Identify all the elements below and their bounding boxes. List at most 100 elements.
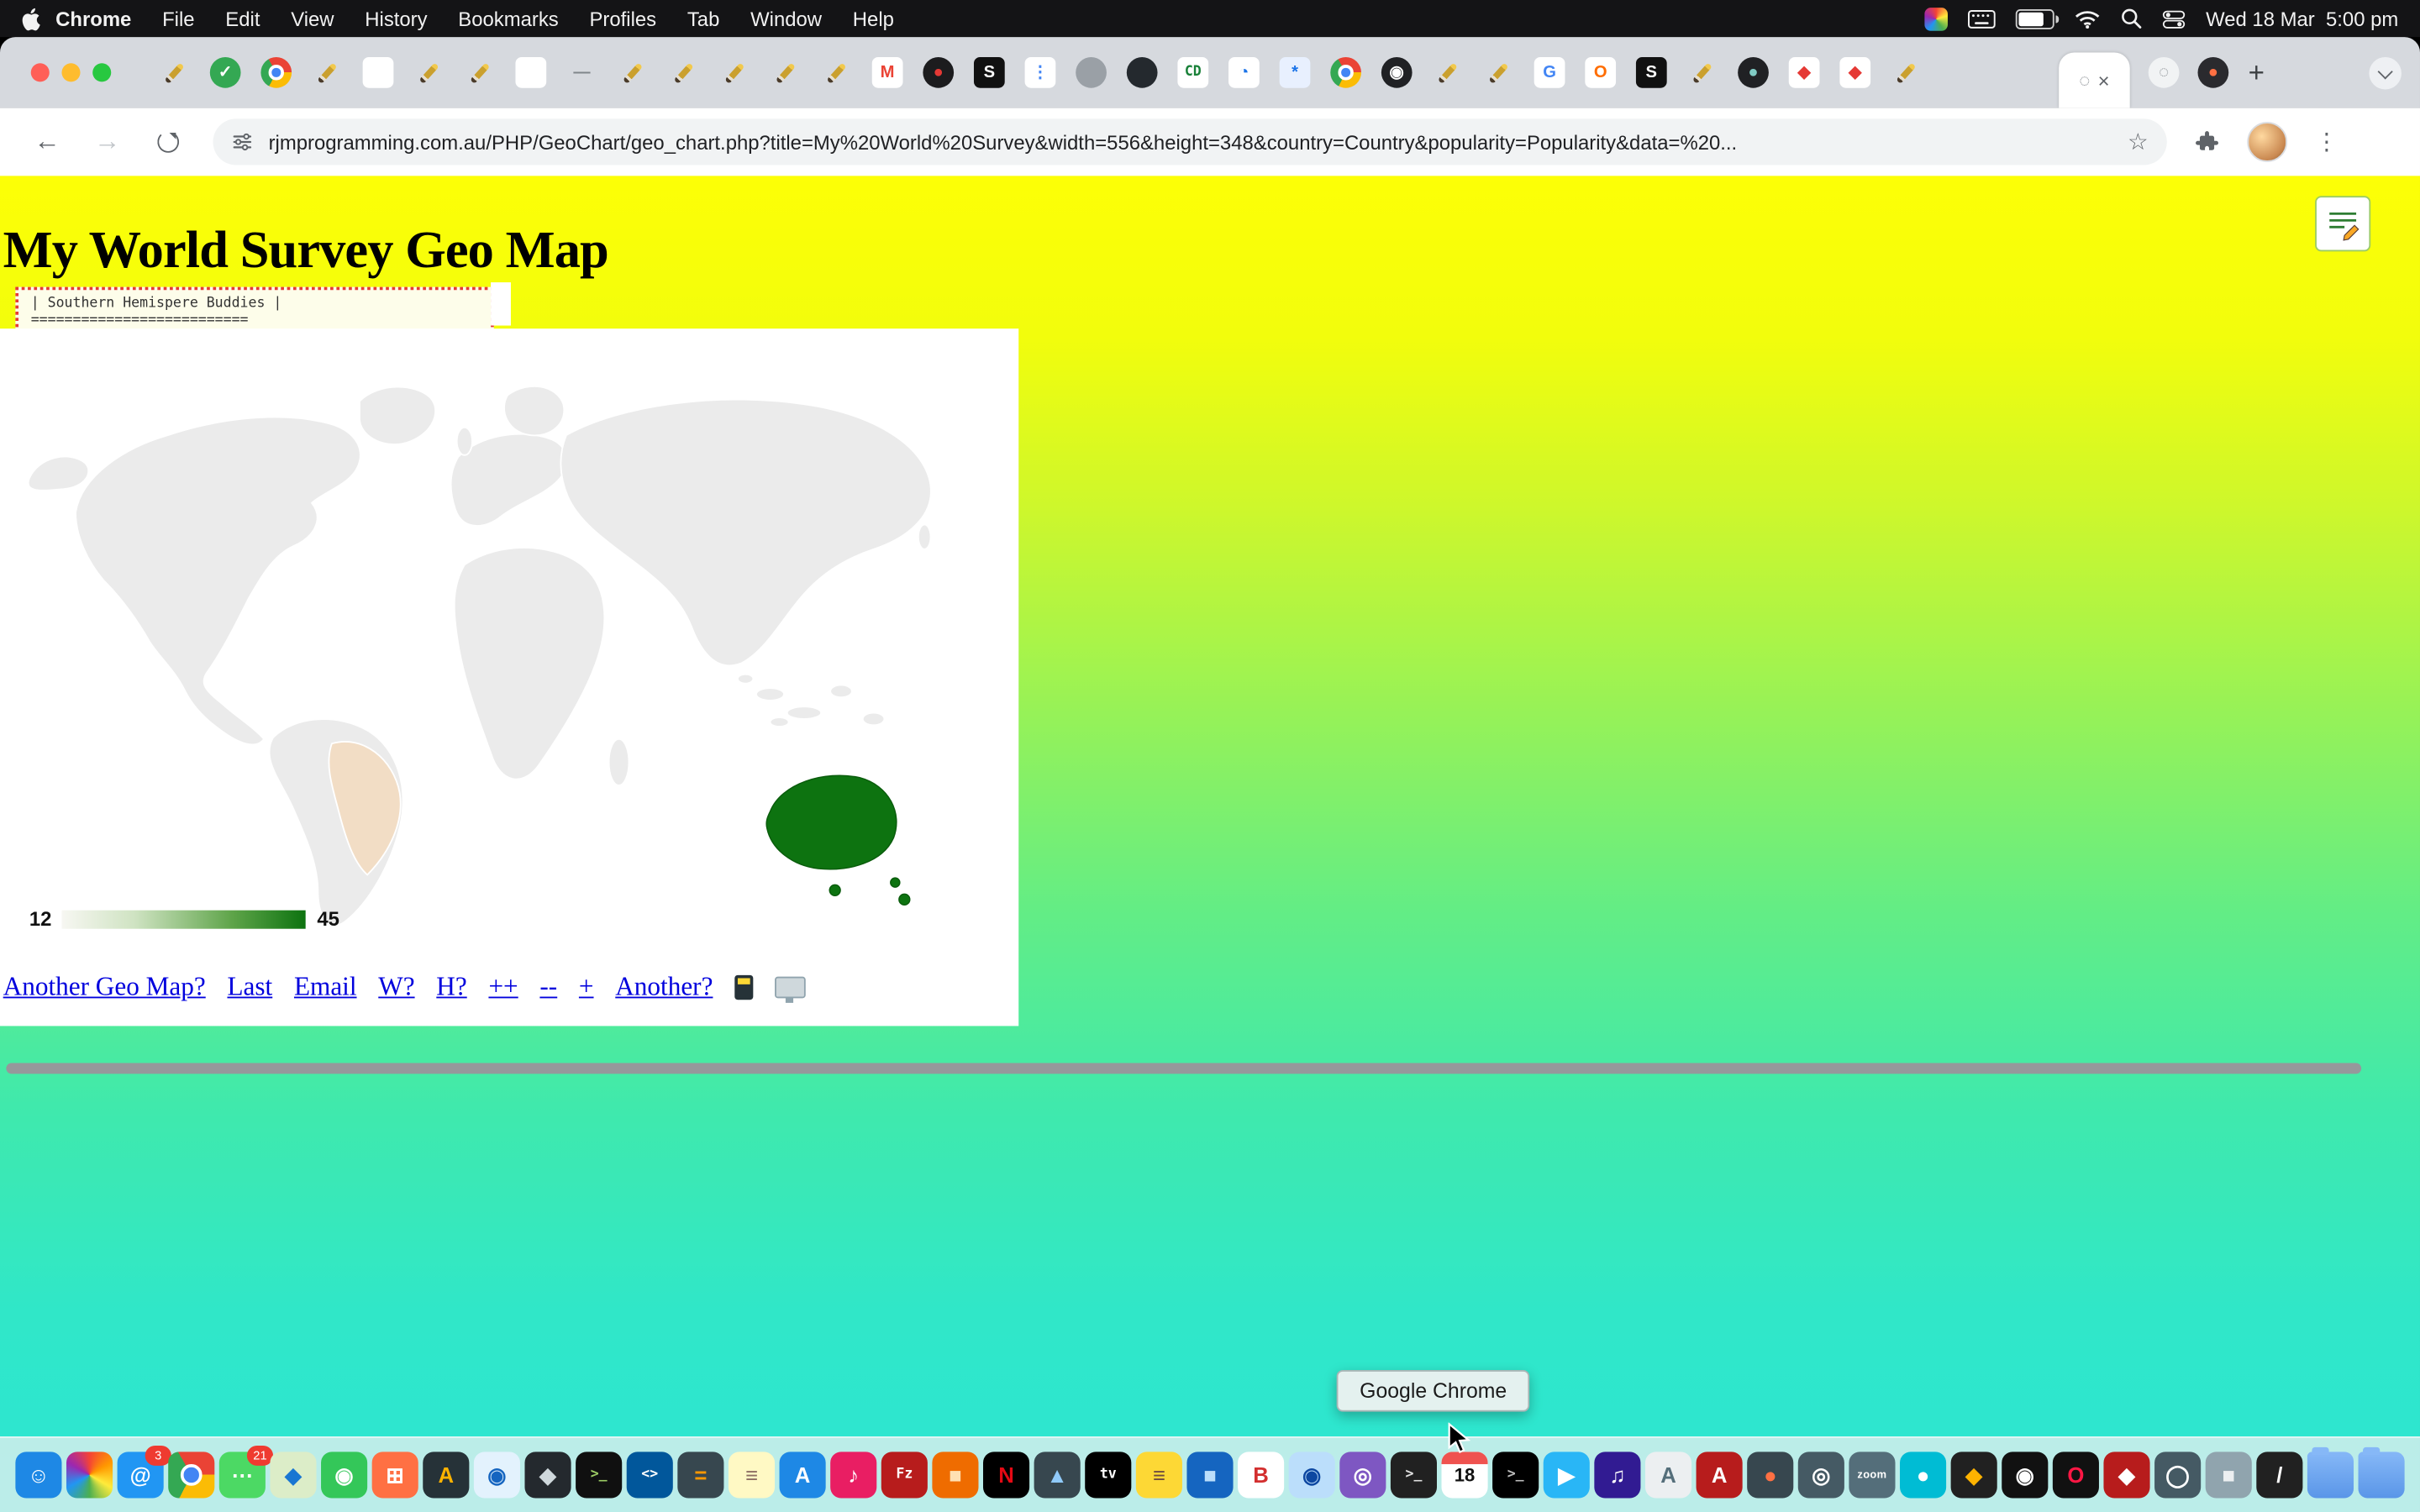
dock-icon-textedit[interactable]: A (1645, 1452, 1691, 1498)
pinned-tab-chrome[interactable] (260, 57, 292, 88)
url-text[interactable]: rjmprogramming.com.au/PHP/GeoChart/geo_c… (269, 130, 2116, 154)
wifi-icon[interactable] (2075, 8, 2101, 29)
menu-item-bookmarks[interactable]: Bookmarks (443, 7, 574, 30)
pinned-tab-dev[interactable]: ● (1738, 57, 1769, 88)
dock-icon-app-store[interactable]: A (780, 1452, 826, 1498)
keyboard-input-icon[interactable] (1968, 8, 1996, 29)
world-geo-map[interactable] (20, 364, 952, 947)
dock-icon-music[interactable]: ♪ (830, 1452, 876, 1498)
dock-icon-iterm[interactable]: >_ (1391, 1452, 1437, 1498)
dock-icon-pages[interactable]: A (423, 1452, 469, 1498)
dock-icon-chrome[interactable] (168, 1452, 214, 1498)
pinned-tab-pencil[interactable] (1483, 57, 1514, 88)
pinned-tab-pencil[interactable] (771, 57, 802, 88)
pinned-tab-pencil[interactable] (821, 57, 852, 88)
country-new-zealand[interactable] (899, 894, 910, 905)
menu-item-edit[interactable]: Edit (210, 7, 276, 30)
pinned-tab-pencil[interactable] (1891, 57, 1922, 88)
dock-icon-vscode[interactable]: <> (627, 1452, 673, 1498)
page-link-last[interactable]: Last (227, 972, 272, 1003)
active-app-name[interactable]: Chrome (40, 7, 147, 30)
dock-icon-podcasts[interactable]: ◎ (1339, 1452, 1386, 1498)
close-tab-icon[interactable]: × (2098, 69, 2110, 92)
pinned-tab-s-app[interactable]: S (974, 57, 1005, 88)
dock-icon-launchpad[interactable]: ⊞ (372, 1452, 418, 1498)
menu-item-window[interactable]: Window (735, 7, 838, 30)
menu-item-view[interactable]: View (276, 7, 350, 30)
dock-icon-calculator[interactable]: = (677, 1452, 723, 1498)
extensions-puzzle-icon[interactable] (2195, 129, 2219, 154)
pinned-tab-chrome[interactable] (1330, 57, 1361, 88)
menu-item-profiles[interactable]: Profiles (574, 7, 671, 30)
notepad-icon[interactable] (2315, 196, 2370, 251)
zoom-window-button[interactable] (92, 63, 111, 81)
pinned-tab-orange-o[interactable]: O (1585, 57, 1616, 88)
dock-icon-mail[interactable]: @3 (118, 1452, 164, 1498)
tab-search-chevron-icon[interactable] (2369, 57, 2402, 90)
pinned-tab-dotted[interactable]: ◌ (2149, 57, 2180, 88)
country-new-zealand[interactable] (891, 878, 900, 887)
dock-icon-safari[interactable]: ◉ (474, 1452, 520, 1498)
dock-icon-finder[interactable]: ☺ (15, 1452, 61, 1498)
pinned-tab-pencil[interactable] (413, 57, 445, 88)
pinned-tab-dash[interactable]: — (566, 57, 597, 88)
dock-icon-filezilla[interactable]: Fz (881, 1452, 928, 1498)
pinned-tab-gray-circle[interactable] (1076, 57, 1107, 88)
chrome-menu-icon[interactable]: ⋮ (2315, 128, 2338, 155)
page-link-another[interactable]: Another? (615, 972, 713, 1003)
dock-icon-notes[interactable]: ≡ (729, 1452, 775, 1498)
pinned-tab-pencil[interactable] (668, 57, 699, 88)
monitor-icon[interactable] (775, 977, 806, 999)
bookmark-star-icon[interactable]: ☆ (2128, 128, 2149, 155)
minimize-window-button[interactable] (61, 63, 80, 81)
dock-icon-pen[interactable]: / (2256, 1452, 2302, 1498)
site-info-icon[interactable] (232, 131, 254, 153)
page-link-email[interactable]: Email (294, 972, 357, 1003)
pinned-tab-gmail[interactable]: M (872, 57, 903, 88)
pinned-tab-record[interactable]: ● (923, 57, 954, 88)
dock-icon-bbedit[interactable]: B (1238, 1452, 1284, 1498)
menu-bar-clock[interactable]: Wed 18 Mar 5:00 pm (2206, 7, 2398, 30)
dock-icon-apple-tv[interactable]: tv (1085, 1452, 1131, 1498)
dock-icon-terminal-2[interactable]: >_ (1492, 1452, 1539, 1498)
dock-icon-raycast[interactable]: ◆ (2103, 1452, 2149, 1498)
page-link-another-geo-map[interactable]: Another Geo Map? (3, 972, 206, 1003)
dock-icon-box[interactable]: ■ (932, 1452, 978, 1498)
page-link-[interactable]: ++ (488, 972, 518, 1003)
dock-icon-docker[interactable]: ■ (1186, 1452, 1233, 1498)
pinned-tab-doc[interactable] (515, 57, 546, 88)
pinned-tab-pencil[interactable] (1687, 57, 1718, 88)
pinned-tab-settings-gear[interactable]: * (1280, 57, 1311, 88)
dock-icon-vm[interactable]: ■ (2206, 1452, 2252, 1498)
dock-icon-telegram[interactable]: ▶ (1544, 1452, 1590, 1498)
pinned-tab-google[interactable]: G (1534, 57, 1565, 88)
dock-icon-documents-folder[interactable] (2359, 1452, 2405, 1498)
back-button[interactable]: ← (34, 127, 60, 158)
pinned-tab-pencil[interactable] (1432, 57, 1463, 88)
apple-menu-icon[interactable] (22, 7, 40, 30)
dock-icon-acrobat[interactable]: A (1697, 1452, 1743, 1498)
dock-icon-github[interactable]: ◆ (524, 1452, 571, 1498)
horizontal-scrollbar[interactable] (6, 1063, 2361, 1074)
pinned-tab-fire[interactable]: ◆ (1839, 57, 1870, 88)
country-australia[interactable] (766, 775, 897, 869)
pinned-tab-pencil[interactable] (465, 57, 496, 88)
dock-icon-zoom[interactable]: zoom (1849, 1452, 1895, 1498)
page-link-w[interactable]: W? (378, 972, 414, 1003)
dock-icon-music-2[interactable]: ♫ (1594, 1452, 1640, 1498)
page-link-[interactable]: -- (539, 972, 557, 1003)
close-window-button[interactable] (31, 63, 50, 81)
battery-icon[interactable] (2016, 8, 2054, 29)
dock-icon-netflix[interactable]: N (983, 1452, 1029, 1498)
dock-icon-photos[interactable] (66, 1452, 113, 1498)
dock-icon-stickies[interactable]: ≡ (1136, 1452, 1182, 1498)
page-link-h[interactable]: H? (436, 972, 466, 1003)
pinned-tab-pencil[interactable] (159, 57, 190, 88)
pinned-tab-dots[interactable]: ⋮ (1025, 57, 1056, 88)
control-center-icon[interactable] (2163, 8, 2186, 29)
pinned-tab-history[interactable]: ◔ (1228, 57, 1260, 88)
pinned-tab-s-app[interactable]: S (1636, 57, 1667, 88)
profile-avatar[interactable] (2247, 122, 2287, 162)
dock-icon-opera[interactable]: O (2053, 1452, 2099, 1498)
dock-icon-github-2[interactable]: ◉ (2002, 1452, 2048, 1498)
